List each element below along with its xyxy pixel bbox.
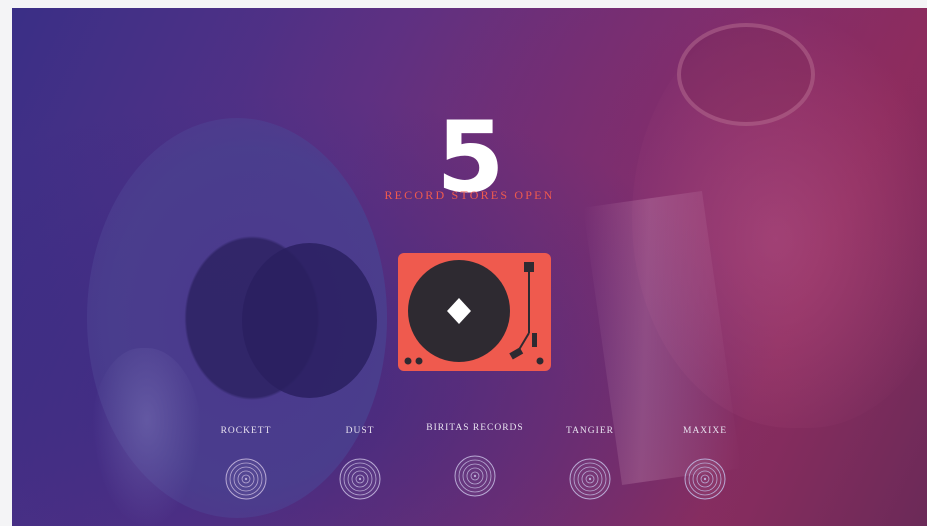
store-name: MAXIXE (683, 426, 727, 436)
store-list: ROCKETT DUST BIRITAS RECORDS TANGIER MAX… (12, 423, 927, 506)
screenshot-frame: 5 RECORD STORES OPEN ROCKETT DUST BIRITA… (0, 0, 927, 526)
store-item-tangier[interactable]: TANGIER (530, 426, 650, 500)
background-vinyl-label (242, 243, 377, 398)
vinyl-record-icon[interactable] (225, 458, 267, 500)
store-item-dust[interactable]: DUST (300, 426, 420, 500)
store-item-rockett[interactable]: ROCKETT (186, 426, 306, 500)
store-name: ROCKETT (220, 426, 272, 436)
knob-left-1 (404, 357, 412, 365)
turntable-icon[interactable] (398, 253, 551, 371)
store-item-biritas-records[interactable]: BIRITAS RECORDS (415, 423, 535, 497)
knob-left-2 (415, 357, 423, 365)
app-screen: 5 RECORD STORES OPEN ROCKETT DUST BIRITA… (12, 8, 927, 526)
store-name: DUST (345, 426, 375, 436)
store-name: TANGIER (566, 426, 614, 436)
vinyl-record-icon[interactable] (454, 455, 496, 497)
store-name: BIRITAS RECORDS (426, 423, 524, 433)
tonearm-slider (532, 333, 537, 347)
tonearm-pivot (524, 262, 534, 272)
knob-right (536, 357, 544, 365)
store-count-label: RECORD STORES OPEN (384, 188, 555, 202)
vinyl-record-icon[interactable] (684, 458, 726, 500)
store-item-maxixe[interactable]: MAXIXE (645, 426, 765, 500)
vinyl-record-icon[interactable] (569, 458, 611, 500)
vinyl-record-icon[interactable] (339, 458, 381, 500)
